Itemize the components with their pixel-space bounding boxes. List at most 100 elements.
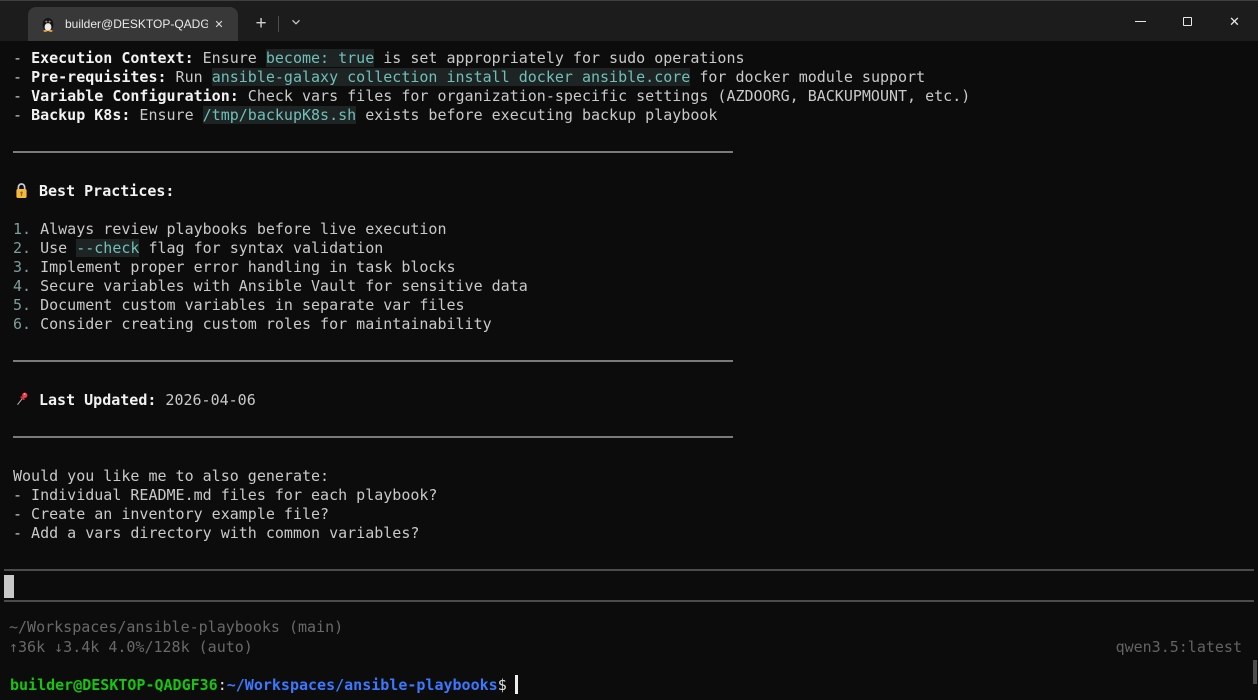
divider-line (13, 436, 733, 438)
tab-dropdown-button[interactable] (279, 7, 313, 41)
model-label: qwen3.5:latest (1116, 637, 1242, 657)
terminal-line: - Execution Context: Ensure become: true… (13, 49, 1258, 68)
terminal-line (13, 334, 1258, 353)
divider-line (13, 151, 733, 153)
text-segment: ansible-galaxy collection install docker… (212, 68, 691, 86)
markdown-divider (13, 144, 1258, 163)
text-segment: 3. (13, 258, 40, 276)
terminal-line: Last Updated: 2026-04-06 (13, 391, 1258, 410)
text-segment: - Individual README.md files for each pl… (13, 486, 437, 504)
pin-icon (13, 391, 30, 408)
text-segment: 6. (13, 315, 40, 333)
terminal-line: 4. Secure variables with Ansible Vault f… (13, 277, 1258, 296)
text-segment: /tmp/backupK8s.sh (203, 106, 357, 124)
prompt-user-host: builder@DESKTOP-QADGF36 (10, 676, 218, 694)
text-segment: is set appropriately for sudo operations (374, 49, 744, 67)
terminal-line: Best Practices: (13, 182, 1258, 201)
prompt-path: ~/Workspaces/ansible-playbooks (227, 676, 498, 694)
terminal-line: - Pre-requisites: Run ansible-galaxy col… (13, 68, 1258, 87)
terminal-line: 6. Consider creating custom roles for ma… (13, 315, 1258, 334)
text-segment: Pre-requisites: (31, 68, 166, 86)
terminal-line (13, 448, 1258, 467)
terminal-output: - Execution Context: Ensure become: true… (0, 41, 1258, 543)
text-segment: Execution Context: (31, 49, 194, 67)
text-segment: - (13, 106, 31, 124)
shell-prompt: builder@DESKTOP-QADGF36:~/Workspaces/ans… (0, 657, 1258, 695)
terminal-line (13, 201, 1258, 220)
text-segment: Ensure (194, 49, 266, 67)
status-workdir: ~/Workspaces/ansible-playbooks (main) (9, 617, 1242, 637)
prompt-colon: : (218, 676, 227, 694)
tab-title: builder@DESKTOP-QADGF36: (65, 17, 208, 31)
maximize-button[interactable] (1164, 1, 1211, 41)
terminal-line: 1. Always review playbooks before live e… (13, 220, 1258, 239)
block-cursor (4, 575, 14, 598)
maximize-icon (1183, 17, 1192, 26)
terminal-line (13, 125, 1258, 144)
text-segment: --check (76, 239, 139, 257)
new-tab-button[interactable]: + (244, 7, 278, 41)
text-segment: Backup K8s: (31, 106, 130, 124)
text-segment: Would you like me to also generate: (13, 467, 329, 485)
text-segment: 5. (13, 296, 40, 314)
chat-input-box[interactable] (4, 569, 1254, 602)
text-segment: Document custom variables in separate va… (40, 296, 464, 314)
text-segment: Use (40, 239, 76, 257)
prompt-dollar: $ (498, 676, 507, 694)
text-segment: Check vars files for organization-specif… (239, 87, 971, 105)
text-segment: Consider creating custom roles for maint… (40, 315, 492, 333)
shell-cursor (515, 675, 518, 694)
terminal-line: 5. Document custom variables in separate… (13, 296, 1258, 315)
terminal-line: - Backup K8s: Ensure /tmp/backupK8s.sh e… (13, 106, 1258, 125)
status-token-stats: ↑36k ↓3.4k 4.0%/128k (auto) (9, 637, 253, 657)
text-segment: - (13, 49, 31, 67)
terminal-line: - Variable Configuration: Check vars fil… (13, 87, 1258, 106)
text-segment: - (13, 87, 31, 105)
text-segment: for docker module support (690, 68, 925, 86)
lock-icon (13, 182, 30, 199)
text-segment: 4. (13, 277, 40, 295)
text-segment: Ensure (130, 106, 202, 124)
terminal-line: 2. Use --check flag for syntax validatio… (13, 239, 1258, 258)
terminal-line: 3. Implement proper error handling in ta… (13, 258, 1258, 277)
markdown-divider (13, 353, 1258, 372)
text-segment: exists before executing backup playbook (356, 106, 717, 124)
titlebar: builder@DESKTOP-QADGF36: ✕ + ✕ (0, 1, 1258, 41)
status-block: ~/Workspaces/ansible-playbooks (main) ↑3… (0, 602, 1258, 657)
text-segment: Secure variables with Ansible Vault for … (40, 277, 528, 295)
text-segment: become: true (266, 49, 374, 67)
text-segment: Implement proper error handling in task … (40, 258, 455, 276)
text-segment: Best Practices: (39, 182, 174, 200)
text-segment: 1. (13, 220, 40, 238)
text-segment: Last Updated: (39, 391, 156, 409)
text-segment: Always review playbooks before live exec… (40, 220, 446, 238)
text-segment: - Add a vars directory with common varia… (13, 524, 419, 542)
text-segment: - Create an inventory example file? (13, 505, 329, 523)
close-button[interactable]: ✕ (1211, 1, 1258, 41)
text-segment: 2026-04-06 (156, 391, 255, 409)
divider-line (13, 360, 733, 362)
chevron-down-icon (290, 15, 302, 33)
scrollbar-thumb[interactable] (1253, 660, 1257, 684)
terminal-line (13, 163, 1258, 182)
text-segment: 2. (13, 239, 40, 257)
minimize-icon (1135, 21, 1146, 22)
terminal-window: builder@DESKTOP-QADGF36: ✕ + ✕ - Executi… (0, 0, 1258, 700)
terminal-tab[interactable]: builder@DESKTOP-QADGF36: ✕ (28, 7, 238, 41)
minimize-button[interactable] (1117, 1, 1164, 41)
linux-penguin-icon (40, 16, 56, 32)
text-segment: flag for syntax validation (139, 239, 383, 257)
terminal-line: - Individual README.md files for each pl… (13, 486, 1258, 505)
tab-close-button[interactable]: ✕ (208, 13, 230, 35)
terminal-line: Would you like me to also generate: (13, 467, 1258, 486)
markdown-divider (13, 429, 1258, 448)
terminal-line (13, 372, 1258, 391)
text-segment: - (13, 68, 31, 86)
titlebar-drag-area (313, 1, 1117, 41)
terminal-line: - Add a vars directory with common varia… (13, 524, 1258, 543)
terminal-line (13, 410, 1258, 429)
text-segment: Run (167, 68, 212, 86)
terminal-viewport[interactable]: - Execution Context: Ensure become: true… (0, 41, 1258, 700)
text-segment: Variable Configuration: (31, 87, 239, 105)
terminal-line: - Create an inventory example file? (13, 505, 1258, 524)
